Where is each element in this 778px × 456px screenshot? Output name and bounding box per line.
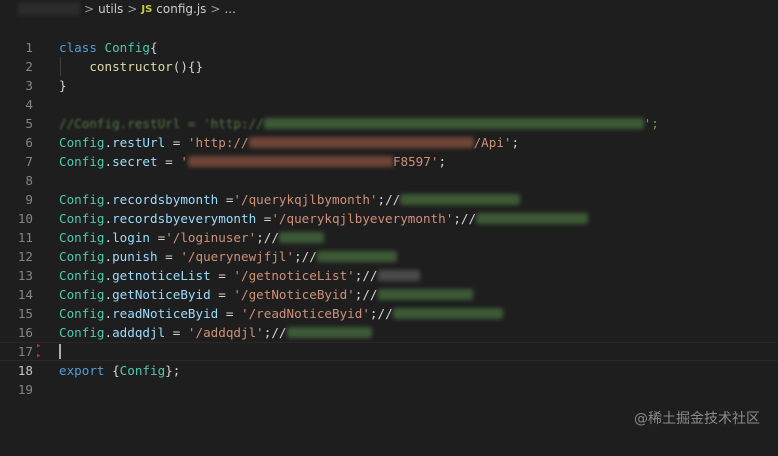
code-line[interactable]: 10 Config.recordsbymonth ='/querykqjlbym… [0,190,778,226]
code-text: //Config.restUrl = 'http://'; [59,116,659,131]
javascript-file-icon: JS [141,3,153,15]
breakpoint-marker-icon[interactable]: ▸ [36,342,41,351]
code-line[interactable]: 17 Config.addqdjl = '/addqdjl';// [0,323,778,359]
code-line[interactable]: 14 Config.getnoticeList = '/getnoticeLis… [0,266,778,302]
breadcrumb-item-utils[interactable]: utils [98,2,123,16]
code-text: Config.restUrl = 'http:///Api'; [59,135,520,150]
chevron-right-icon: > [210,2,221,16]
code-line[interactable]: 8 Config.secret = ' F8597'; [0,152,778,188]
code-text: } [59,78,67,93]
code-line[interactable]: 16 Config.readNoticeByid = '/readNoticeB… [0,304,778,340]
chevron-right-icon: > [84,2,95,16]
breadcrumb-redacted-path [18,3,80,15]
code-text: Config.recordsbyeverymonth ='/querykqjlb… [59,209,589,228]
code-text: constructor(){} [89,59,204,74]
code-line-active[interactable]: 18 ▸ ▸ [0,342,778,378]
breakpoint-marker-icon[interactable]: ▸ [36,352,41,361]
code-text: Config.readNoticeByid = '/readNoticeByid… [59,304,503,323]
breadcrumb-item-ellipsis[interactable]: ... [224,2,235,16]
code-line[interactable]: 13 Config.punish = '/querynewjfjl';// [0,247,778,283]
code-line[interactable]: 7 Config.restUrl = 'http:///Api'; [0,133,778,169]
code-text: Config.secret = ' F8597'; [59,154,447,169]
code-text: Config.getNoticeByid = '/getNoticeByid';… [59,285,473,304]
chevron-right-icon: > [127,2,138,16]
code-line[interactable]: 2 class Config{ [0,38,778,74]
code-line[interactable]: 9 [0,171,778,207]
code-text: Config.punish = '/querynewjfjl';// [59,247,397,266]
code-text: Config.login ='/loginuser';// [59,228,324,247]
code-line[interactable]: 1 [0,19,778,55]
code-line[interactable]: 19 export {Config}; [0,361,778,397]
code-line[interactable]: 12 Config.login ='/loginuser';// [0,228,778,264]
code-line[interactable]: 11 Config.recordsbyeverymonth ='/querykq… [0,209,778,245]
text-cursor [59,344,61,359]
breadcrumb: > utils > JS config.js > ... [0,0,778,18]
watermark: @稀土掘金技术社区 [634,411,760,427]
code-line[interactable]: 15 Config.getNoticeByid = '/getNoticeByi… [0,285,778,321]
line-number: 19 [17,382,33,397]
code-editor[interactable]: 1 2 class Config{ 3 constructor(){} 4 } … [0,19,778,440]
breadcrumb-item-config-js[interactable]: config.js [156,2,206,16]
code-text: export {Config}; [59,363,181,378]
code-text: Config.getnoticeList = '/getnoticeList';… [59,266,420,285]
code-text: Config.recordsbymonth ='/querykqjlbymont… [59,190,521,209]
code-text: class Config{ [59,40,158,55]
code-line[interactable]: 3 constructor(){} [0,57,778,93]
code-line[interactable]: 6 //Config.restUrl = 'http://'; [0,114,778,150]
code-line[interactable]: 4 } [0,76,778,112]
code-text: Config.addqdjl = '/addqdjl';// [59,323,372,342]
code-line[interactable]: 5 [0,95,778,131]
